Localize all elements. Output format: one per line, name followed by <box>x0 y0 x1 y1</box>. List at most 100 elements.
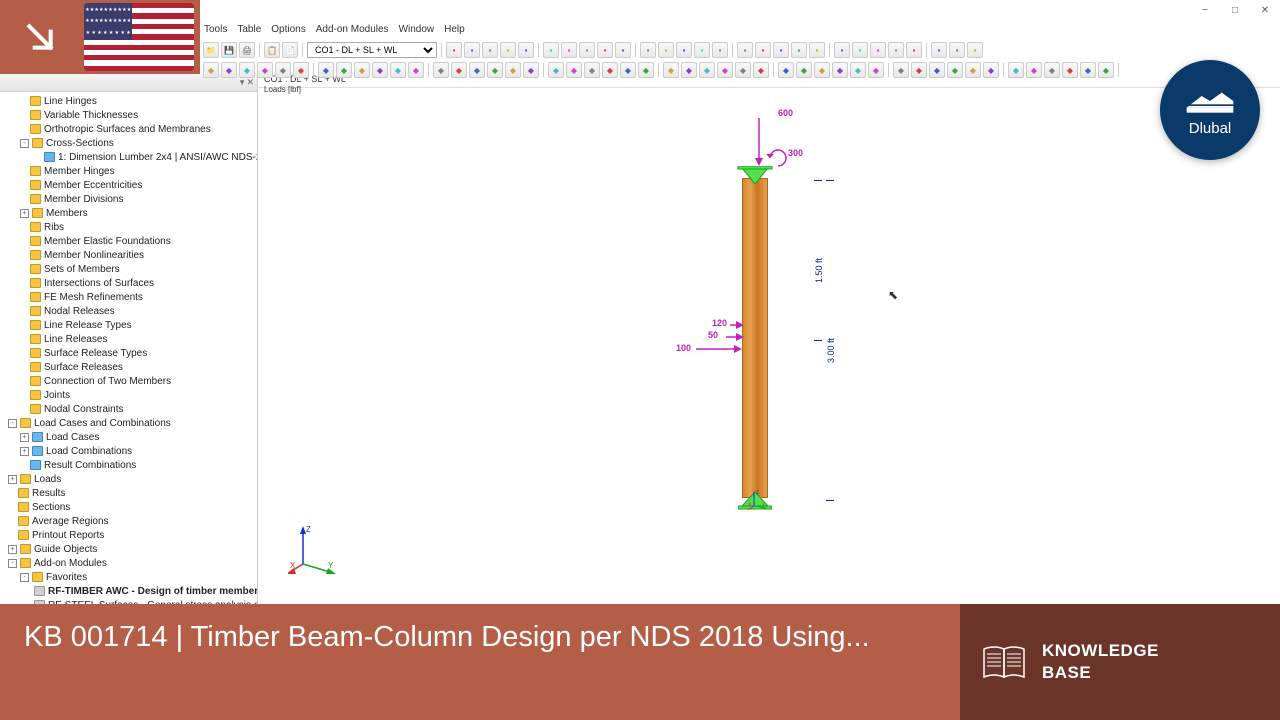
tool-a-19[interactable]: ▪ <box>809 42 825 58</box>
tree-item[interactable]: Connection of Two Members <box>0 374 257 388</box>
tree-item[interactable]: FE Mesh Refinements <box>0 290 257 304</box>
tool-a-27[interactable]: ▪ <box>967 42 983 58</box>
tool-a-13[interactable]: ▪ <box>694 42 710 58</box>
tree-item[interactable]: Member Nonlinearities <box>0 248 257 262</box>
tool-a-4[interactable]: ▪ <box>518 42 534 58</box>
tool-b-11[interactable]: ◆ <box>408 62 424 78</box>
tool-b-29[interactable]: ◆ <box>753 62 769 78</box>
expand-icon[interactable]: + <box>8 545 17 554</box>
tool-b-25[interactable]: ◆ <box>681 62 697 78</box>
tool-b-20[interactable]: ◆ <box>584 62 600 78</box>
tree-item[interactable]: +Load Combinations <box>0 444 257 458</box>
menu-addon[interactable]: Add-on Modules <box>316 24 389 40</box>
tool-b-1[interactable]: ◆ <box>221 62 237 78</box>
tool-1[interactable]: 💾 <box>221 42 237 58</box>
tool-a-26[interactable]: ▪ <box>949 42 965 58</box>
tool-a-8[interactable]: ▪ <box>597 42 613 58</box>
close-button[interactable]: ✕ <box>1250 0 1280 20</box>
tool-b-33[interactable]: ◆ <box>832 62 848 78</box>
tool-b-41[interactable]: ◆ <box>983 62 999 78</box>
tool-a-9[interactable]: ▪ <box>615 42 631 58</box>
timber-column[interactable] <box>742 178 768 498</box>
tool-b-46[interactable]: ◆ <box>1080 62 1096 78</box>
tool-b-19[interactable]: ◆ <box>566 62 582 78</box>
tool-b-45[interactable]: ◆ <box>1062 62 1078 78</box>
tool-b-34[interactable]: ◆ <box>850 62 866 78</box>
tool-b-23[interactable]: ◆ <box>638 62 654 78</box>
tree-item[interactable]: Line Release Types <box>0 318 257 332</box>
tool-b-6[interactable]: ◆ <box>318 62 334 78</box>
tool-a-12[interactable]: ▪ <box>676 42 692 58</box>
menu-tools[interactable]: Tools <box>204 24 227 40</box>
tree-item[interactable]: Member Elastic Foundations <box>0 234 257 248</box>
tool-a-21[interactable]: ▪ <box>852 42 868 58</box>
tree-item[interactable]: Member Hinges <box>0 164 257 178</box>
tree-item[interactable]: Surface Release Types <box>0 346 257 360</box>
tree-item[interactable]: Results <box>0 486 257 500</box>
tool-b-27[interactable]: ◆ <box>717 62 733 78</box>
tree-item[interactable]: +Load Cases <box>0 430 257 444</box>
tool-a-23[interactable]: ▪ <box>888 42 904 58</box>
navigator-tree[interactable]: Line HingesVariable ThicknessesOrthotrop… <box>0 92 257 604</box>
tree-item[interactable]: Variable Thicknesses <box>0 108 257 122</box>
tool-a-10[interactable]: ▪ <box>640 42 656 58</box>
collapse-icon[interactable]: - <box>20 573 29 582</box>
maximize-button[interactable]: □ <box>1220 0 1250 20</box>
tool-b-16[interactable]: ◆ <box>505 62 521 78</box>
tree-item[interactable]: -Favorites <box>0 570 257 584</box>
tree-item[interactable]: Ribs <box>0 220 257 234</box>
tree-item[interactable]: RF-TIMBER AWC - Design of timber members <box>0 584 257 598</box>
menu-help[interactable]: Help <box>444 24 465 40</box>
tool-a-17[interactable]: ▪ <box>773 42 789 58</box>
tree-item[interactable]: Intersections of Surfaces <box>0 276 257 290</box>
tree-item[interactable]: Orthotropic Surfaces and Membranes <box>0 122 257 136</box>
tool-b-32[interactable]: ◆ <box>814 62 830 78</box>
tool-b-12[interactable]: ◆ <box>433 62 449 78</box>
load-combo-select[interactable]: CO1 - DL + SL + WL <box>307 42 437 58</box>
tree-item[interactable]: +Loads <box>0 472 257 486</box>
collapse-icon[interactable]: - <box>20 139 29 148</box>
tool-a-16[interactable]: ▪ <box>755 42 771 58</box>
tool-b-28[interactable]: ◆ <box>735 62 751 78</box>
tool-b-21[interactable]: ◆ <box>602 62 618 78</box>
tool-a-11[interactable]: ▪ <box>658 42 674 58</box>
tool-b-26[interactable]: ◆ <box>699 62 715 78</box>
model-area[interactable]: 1.50 ft 3.00 ft 600 300 120 50 100 Z Y X… <box>258 88 1280 604</box>
tree-item[interactable]: Line Hinges <box>0 94 257 108</box>
tool-b-39[interactable]: ◆ <box>947 62 963 78</box>
tool-doc-1[interactable]: 📄 <box>282 42 298 58</box>
tool-a-7[interactable]: ▪ <box>579 42 595 58</box>
tool-doc-0[interactable]: 📋 <box>264 42 280 58</box>
tool-b-42[interactable]: ◆ <box>1008 62 1024 78</box>
expand-icon[interactable]: + <box>20 447 29 456</box>
tool-b-2[interactable]: ◆ <box>239 62 255 78</box>
tool-b-47[interactable]: ◆ <box>1098 62 1114 78</box>
tool-b-38[interactable]: ◆ <box>929 62 945 78</box>
tool-a-14[interactable]: ▪ <box>712 42 728 58</box>
tool-b-31[interactable]: ◆ <box>796 62 812 78</box>
tool-b-13[interactable]: ◆ <box>451 62 467 78</box>
model-viewport[interactable]: CO1 : DL + SL + WL Loads [lbf] 1.50 ft 3… <box>258 74 1280 604</box>
tree-item[interactable]: Result Combinations <box>0 458 257 472</box>
tool-b-22[interactable]: ◆ <box>620 62 636 78</box>
tool-b-17[interactable]: ◆ <box>523 62 539 78</box>
tool-a-20[interactable]: ▪ <box>834 42 850 58</box>
expand-icon[interactable]: + <box>20 209 29 218</box>
tree-item[interactable]: -Add-on Modules <box>0 556 257 570</box>
collapse-icon[interactable]: - <box>8 559 17 568</box>
tool-a-1[interactable]: ▪ <box>464 42 480 58</box>
expand-icon[interactable]: + <box>8 475 17 484</box>
tree-item[interactable]: +Members <box>0 206 257 220</box>
expand-icon[interactable]: + <box>20 433 29 442</box>
tool-b-36[interactable]: ◆ <box>893 62 909 78</box>
tool-b-0[interactable]: ◆ <box>203 62 219 78</box>
tree-item[interactable]: Joints <box>0 388 257 402</box>
tool-0[interactable]: 📁 <box>203 42 219 58</box>
tool-a-15[interactable]: ▪ <box>737 42 753 58</box>
tool-b-37[interactable]: ◆ <box>911 62 927 78</box>
tool-b-5[interactable]: ◆ <box>293 62 309 78</box>
tool-b-10[interactable]: ◆ <box>390 62 406 78</box>
tree-item[interactable]: Printout Reports <box>0 528 257 542</box>
tool-a-22[interactable]: ▪ <box>870 42 886 58</box>
tree-item[interactable]: Member Eccentricities <box>0 178 257 192</box>
